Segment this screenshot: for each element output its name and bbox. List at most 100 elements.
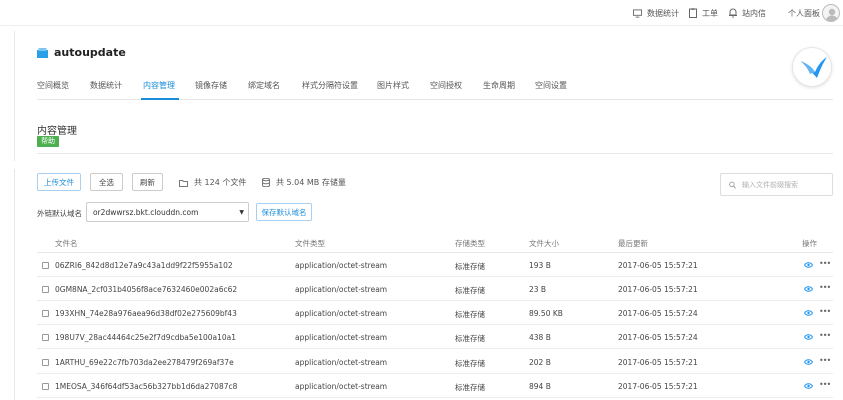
file-count: 共 124 个文件 (179, 177, 246, 188)
cell-storage-type: 标准存储 (455, 286, 485, 295)
cell-file-type: application/octet-stream (295, 261, 388, 270)
search-input[interactable] (742, 180, 832, 189)
tab-overview[interactable]: 空间概览 (37, 80, 69, 91)
ticket-link[interactable]: 工单 (689, 7, 718, 19)
table-row[interactable]: 0GM8NA_2cf031b4056f8ace7632460e002a6c62 a… (37, 277, 833, 301)
tab-image-style[interactable]: 图片样式 (377, 80, 409, 91)
more-actions-icon[interactable]: ••• (819, 283, 831, 292)
cell-file-name[interactable]: 1MEOSA_346f64df53ac56b327bb1d6da27087c8 (55, 382, 237, 391)
domain-label: 外链默认域名 (37, 209, 82, 218)
section-divider (37, 153, 833, 154)
cell-file-name[interactable]: 1ARTHU_69e22c7fb703da2ee278479f269af37e (55, 358, 234, 367)
space-header: autoupdate (37, 46, 126, 59)
table-row[interactable]: 1ARTHU_69e22c7fb703da2ee278479f269af37e a… (37, 350, 833, 374)
user-avatar-icon (825, 8, 839, 21)
active-tab-indicator (141, 98, 179, 100)
table-row[interactable]: 1MEOSA_346f64df53ac56b327bb1d6da27087c8 a… (37, 374, 833, 398)
cell-file-size: 438 B (529, 333, 551, 342)
cell-file-size: 23 B (529, 285, 547, 294)
domain-selected-value: or2dwwrsz.bkt.clouddn.com (93, 207, 199, 217)
cell-file-type: application/octet-stream (295, 382, 388, 391)
top-bar: 数据统计 工单 站内信 个人面板 (0, 0, 843, 26)
stats-link[interactable]: 数据统计 (633, 7, 679, 19)
more-actions-icon[interactable]: ••• (819, 307, 831, 316)
preview-eye-icon[interactable] (804, 334, 813, 340)
cell-file-name[interactable]: 193XHN_74e28a976aea96d38df02e275609bf43 (55, 309, 237, 318)
messages-link[interactable]: 站内信 (729, 7, 766, 19)
profile-link[interactable]: 个人面板 (788, 7, 820, 19)
preview-eye-icon[interactable] (804, 286, 813, 292)
row-checkbox[interactable] (42, 286, 49, 293)
folder-icon (179, 179, 188, 187)
cell-file-name[interactable]: 0GM8NA_2cf031b4056f8ace7632460e002a6c62 (55, 285, 237, 294)
cell-storage-type: 标准存储 (455, 383, 485, 392)
cell-file-size: 193 B (529, 261, 551, 270)
cell-file-type: application/octet-stream (295, 309, 388, 318)
tab-statistics[interactable]: 数据统计 (90, 80, 122, 91)
header-storage-type: 存储类型 (455, 239, 485, 248)
more-actions-icon[interactable]: ••• (819, 380, 831, 389)
preview-eye-icon[interactable] (804, 310, 813, 316)
cell-file-type: application/octet-stream (295, 333, 388, 342)
more-actions-icon[interactable]: ••• (819, 356, 831, 365)
cell-file-size: 202 B (529, 358, 551, 367)
header-actions: 操作 (802, 239, 817, 248)
preview-eye-icon[interactable] (804, 359, 813, 365)
tab-style-separator[interactable]: 样式分隔符设置 (302, 80, 358, 91)
row-checkbox[interactable] (42, 334, 49, 341)
tab-space-authorization[interactable]: 空间授权 (430, 80, 462, 91)
refresh-button[interactable]: 刷新 (132, 173, 163, 191)
left-sidebar-edge-lower (0, 169, 15, 400)
clipboard-icon (689, 8, 697, 18)
avatar[interactable] (822, 4, 840, 22)
cell-last-updated: 2017-06-05 15:57:21 (618, 358, 698, 367)
stats-label: 数据统计 (647, 8, 679, 18)
left-sidebar-edge (0, 31, 15, 161)
cell-last-updated: 2017-06-05 15:57:24 (618, 309, 698, 318)
database-icon (262, 178, 270, 187)
space-title: autoupdate (54, 46, 126, 59)
tab-space-settings[interactable]: 空间设置 (535, 80, 567, 91)
header-file-name: 文件名 (55, 239, 78, 248)
save-domain-button[interactable]: 保存默认域名 (256, 203, 312, 221)
preview-eye-icon[interactable] (804, 262, 813, 268)
tab-lifecycle[interactable]: 生命周期 (483, 80, 515, 91)
tab-content-management[interactable]: 内容管理 (143, 80, 175, 91)
row-checkbox[interactable] (42, 310, 49, 317)
cell-last-updated: 2017-06-05 15:57:21 (618, 382, 698, 391)
domain-select[interactable]: or2dwwrsz.bkt.clouddn.com ▼ (86, 202, 249, 222)
messages-label: 站内信 (742, 8, 766, 18)
select-all-button[interactable]: 全选 (90, 173, 123, 191)
section-title: 内容管理 (37, 126, 77, 137)
caret-down-icon: ▼ (239, 209, 244, 216)
row-checkbox[interactable] (42, 262, 49, 269)
preview-eye-icon[interactable] (804, 383, 813, 389)
table-row[interactable]: 06ZRI6_842d8d12e7a9c43a1dd9f22f5955a102 a… (37, 253, 833, 277)
cell-last-updated: 2017-06-05 15:57:21 (618, 261, 698, 270)
cell-file-type: application/octet-stream (295, 285, 388, 294)
table-row[interactable]: 193XHN_74e28a976aea96d38df02e275609bf43 a… (37, 301, 833, 325)
ticket-label: 工单 (702, 8, 718, 18)
row-checkbox[interactable] (42, 383, 49, 390)
tab-mirror-storage[interactable]: 镜像存储 (195, 80, 227, 91)
header-last-updated: 最后更新 (618, 239, 648, 248)
space-tabs: 空间概览 数据统计 内容管理 镜像存储 绑定域名 样式分隔符设置 图片样式 空间… (37, 74, 833, 100)
row-checkbox[interactable] (42, 359, 49, 366)
cell-file-size: 89.50 KB (529, 309, 563, 318)
cell-last-updated: 2017-06-05 15:57:24 (618, 333, 698, 342)
tab-bind-domain[interactable]: 绑定域名 (248, 80, 280, 91)
header-file-type: 文件类型 (295, 239, 325, 248)
help-badge[interactable]: 帮助 (37, 136, 59, 147)
cell-storage-type: 标准存储 (455, 310, 485, 319)
cell-file-name[interactable]: 198U7V_28ac44464c25e2f7d9cdba5e100a10a1 (55, 333, 236, 342)
search-box (720, 173, 833, 196)
bell-icon (729, 8, 737, 18)
monitor-icon (633, 8, 642, 18)
cell-file-name[interactable]: 06ZRI6_842d8d12e7a9c43a1dd9f22f5955a102 (55, 261, 233, 270)
cell-storage-type: 标准存储 (455, 359, 485, 368)
more-actions-icon[interactable]: ••• (819, 259, 831, 268)
upload-button[interactable]: 上传文件 (37, 173, 81, 191)
more-actions-icon[interactable]: ••• (819, 331, 831, 340)
storage-usage: 共 5.04 MB 存储量 (262, 177, 346, 188)
table-row[interactable]: 198U7V_28ac44464c25e2f7d9cdba5e100a10a1 a… (37, 325, 833, 349)
